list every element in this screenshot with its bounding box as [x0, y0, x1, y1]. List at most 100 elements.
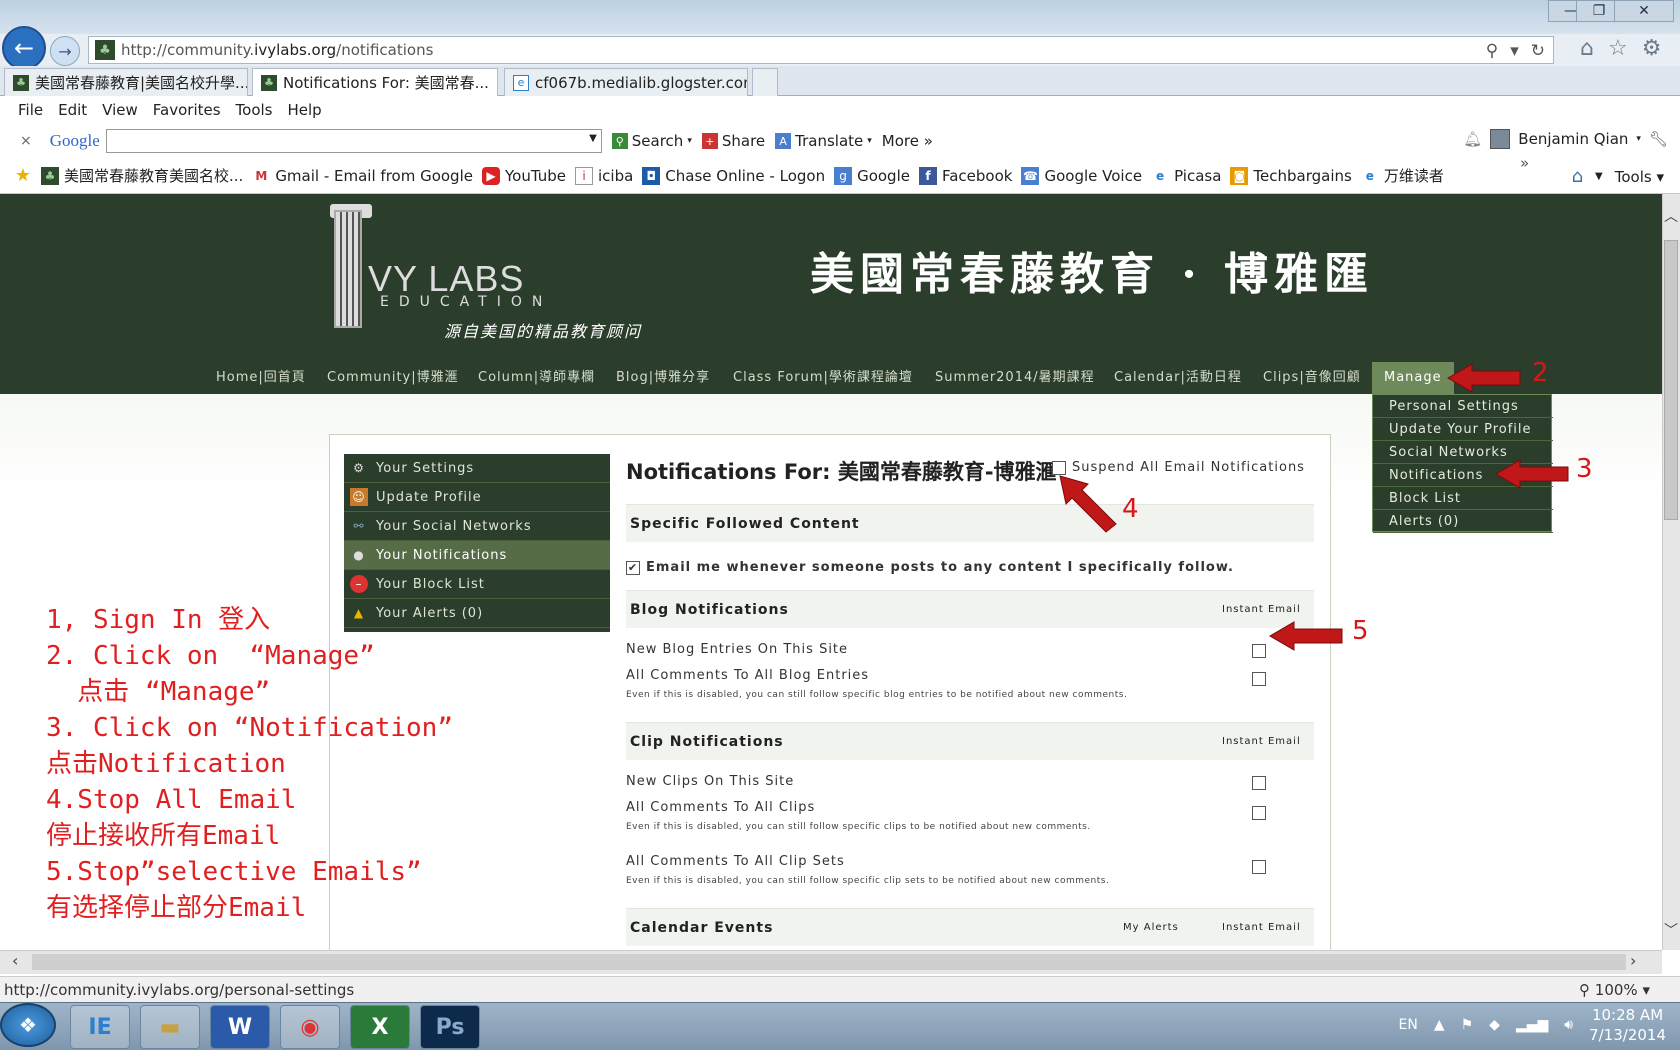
menu-view[interactable]: View: [102, 101, 138, 119]
forward-button[interactable]: →: [50, 36, 80, 66]
favorite-link[interactable]: ◙ Techbargains: [1230, 166, 1352, 185]
menu-item-alerts[interactable]: Alerts (0): [1373, 510, 1553, 533]
tab-ivylabs-home[interactable]: ♣ 美國常春藤教育|美國名校升學...: [4, 68, 248, 96]
favorite-link[interactable]: f Facebook: [918, 166, 1012, 185]
favorite-link[interactable]: e Picasa: [1151, 167, 1221, 185]
volume-icon[interactable]: 🔊︎: [1564, 1017, 1573, 1033]
chevron-down-icon[interactable]: ▾: [1636, 134, 1641, 144]
nav-manage[interactable]: Manage: [1372, 362, 1454, 394]
sidebar-item-social-networks[interactable]: ⚯ Your Social Networks: [344, 512, 610, 541]
zoom-control[interactable]: ⚲ 100% ▾: [1579, 981, 1650, 999]
home-icon[interactable]: ⌂: [1572, 166, 1583, 187]
scroll-right-icon[interactable]: ›: [1630, 951, 1636, 970]
scroll-left-icon[interactable]: ‹: [12, 951, 18, 970]
horizontal-scroll-thumb[interactable]: [32, 954, 1626, 970]
taskbar-photoshop[interactable]: Ps: [420, 1005, 480, 1049]
clock[interactable]: 10:28 AM 7/13/2014: [1589, 1005, 1666, 1045]
menu-item-personal-settings[interactable]: Personal Settings: [1373, 395, 1553, 418]
tab-notifications[interactable]: ♣Notifications For: 美國常春...✕: [252, 68, 498, 96]
close-toolbar-icon[interactable]: ×: [20, 133, 32, 149]
language-indicator[interactable]: EN: [1398, 1017, 1417, 1033]
sidebar-item-block-list[interactable]: – Your Block List: [344, 570, 610, 599]
url-field[interactable]: ♣ http://community.ivylabs.org/notificat…: [88, 36, 1554, 64]
taskbar-excel[interactable]: X: [350, 1005, 410, 1049]
taskbar-word[interactable]: W: [210, 1005, 270, 1049]
scroll-up-icon[interactable]: ︿: [1664, 206, 1678, 226]
menu-item-block-list[interactable]: Block List: [1373, 487, 1553, 510]
scroll-down-icon[interactable]: ﹀: [1664, 920, 1678, 940]
favorite-link[interactable]: ▶ YouTube: [481, 166, 566, 185]
blog-comments-checkbox[interactable]: [1252, 672, 1266, 686]
favorite-link[interactable]: ♣ 美國常春藤教育美國名校...: [41, 165, 243, 186]
taskbar-chrome[interactable]: ◉: [280, 1005, 340, 1049]
menu-help[interactable]: Help: [288, 101, 322, 119]
dropdown-icon[interactable]: ▾: [1510, 41, 1519, 61]
vertical-scroll-thumb[interactable]: [1664, 240, 1678, 520]
clipset-comments-checkbox[interactable]: [1252, 860, 1266, 874]
back-button[interactable]: ←: [2, 26, 46, 70]
start-button[interactable]: ❖: [0, 1003, 56, 1047]
menu-tools[interactable]: Tools: [236, 101, 273, 119]
menu-favorites[interactable]: Favorites: [153, 101, 221, 119]
favorite-link[interactable]: i iciba: [574, 166, 633, 185]
avatar[interactable]: [1490, 129, 1511, 149]
home-icon[interactable]: ⌂: [1580, 36, 1594, 61]
chevron-down-icon[interactable]: ▼: [1595, 171, 1603, 182]
chevron-down-icon[interactable]: ▼: [589, 133, 597, 144]
followed-content-checkbox[interactable]: ✔: [626, 560, 640, 575]
suspend-all-option[interactable]: Suspend All Email Notifications: [1052, 460, 1305, 475]
flag-icon[interactable]: ⚑: [1461, 1017, 1474, 1033]
add-favorite-button[interactable]: ★: [14, 165, 32, 186]
sidebar-item-profile[interactable]: ☺ Update Profile: [344, 483, 610, 512]
more-button[interactable]: More »: [882, 132, 933, 150]
menu-item-update-profile[interactable]: Update Your Profile: [1373, 418, 1553, 441]
favorites-more-icon[interactable]: »: [1520, 154, 1529, 172]
taskbar-ie[interactable]: IE: [70, 1005, 130, 1049]
favorite-link[interactable]: ◘ Chase Online - Logon: [642, 166, 825, 185]
settings-gear-icon[interactable]: ⚙: [1642, 36, 1662, 61]
profile-icon: ☺: [350, 488, 368, 506]
new-blog-entries-checkbox[interactable]: [1252, 644, 1266, 658]
bell-icon[interactable]: 🔔︎: [1463, 130, 1482, 148]
network-signal-icon[interactable]: ▂▄▆: [1516, 1017, 1548, 1033]
share-button[interactable]: + Share: [701, 132, 765, 150]
nav-clips[interactable]: Clips|音像回顧: [1263, 362, 1361, 394]
gmail-icon: M: [255, 168, 268, 183]
suspend-all-checkbox[interactable]: [1052, 460, 1066, 475]
new-tab-button[interactable]: [752, 68, 778, 96]
nav-summer[interactable]: Summer2014/暑期課程: [935, 362, 1095, 394]
nav-column[interactable]: Column|導師專欄: [478, 362, 595, 394]
favorites-star-icon[interactable]: ☆: [1608, 36, 1628, 61]
tray-expand-icon[interactable]: ▲: [1434, 1017, 1445, 1033]
favorite-link[interactable]: M Gmail - Email from Google: [252, 167, 473, 185]
search-icon[interactable]: ⚲: [1486, 41, 1498, 61]
wrench-icon[interactable]: 🔧︎: [1649, 130, 1668, 148]
menu-file[interactable]: File: [18, 101, 43, 119]
google-search-input[interactable]: ▼: [105, 129, 602, 153]
translate-button[interactable]: A Translate ▾: [775, 132, 872, 150]
clip-comments-checkbox[interactable]: [1252, 806, 1266, 820]
tools-menu[interactable]: Tools ▾: [1615, 168, 1664, 186]
favorite-link[interactable]: e 万维读者: [1361, 165, 1444, 186]
sidebar-item-notifications[interactable]: ● Your Notifications: [344, 541, 610, 570]
tab-label: 美國常春藤教育|美國名校升學...: [35, 74, 248, 92]
nav-class-forum[interactable]: Class Forum|學術課程論壇: [733, 362, 913, 394]
google-search-button[interactable]: ⚲ Search ▾: [611, 132, 692, 150]
tab-glogster[interactable]: e cf067b.medialib.glogster.com: [504, 68, 748, 96]
nav-calendar[interactable]: Calendar|活動日程: [1114, 362, 1242, 394]
sidebar-item-settings[interactable]: ⚙ Your Settings: [344, 454, 610, 483]
new-clips-checkbox[interactable]: [1252, 776, 1266, 790]
nav-home[interactable]: Home|回首頁: [216, 362, 306, 394]
user-name[interactable]: Benjamin Qian: [1518, 130, 1628, 148]
favorite-link[interactable]: ☎ Google Voice: [1021, 166, 1142, 185]
nav-blog[interactable]: Blog|博雅分享: [616, 362, 710, 394]
taskbar-explorer[interactable]: ▬: [140, 1005, 200, 1049]
favorite-link[interactable]: g Google: [834, 166, 910, 185]
refresh-icon[interactable]: ↻: [1531, 41, 1545, 61]
nav-community[interactable]: Community|博雅滙: [327, 362, 459, 394]
menu-edit[interactable]: Edit: [58, 101, 87, 119]
close-window-button[interactable]: ✕: [1614, 0, 1674, 22]
followed-content-option[interactable]: ✔ Email me whenever someone posts to any…: [626, 560, 1234, 575]
dropbox-icon[interactable]: ◆: [1489, 1017, 1500, 1033]
techbargains-icon: ◙: [1230, 166, 1249, 185]
